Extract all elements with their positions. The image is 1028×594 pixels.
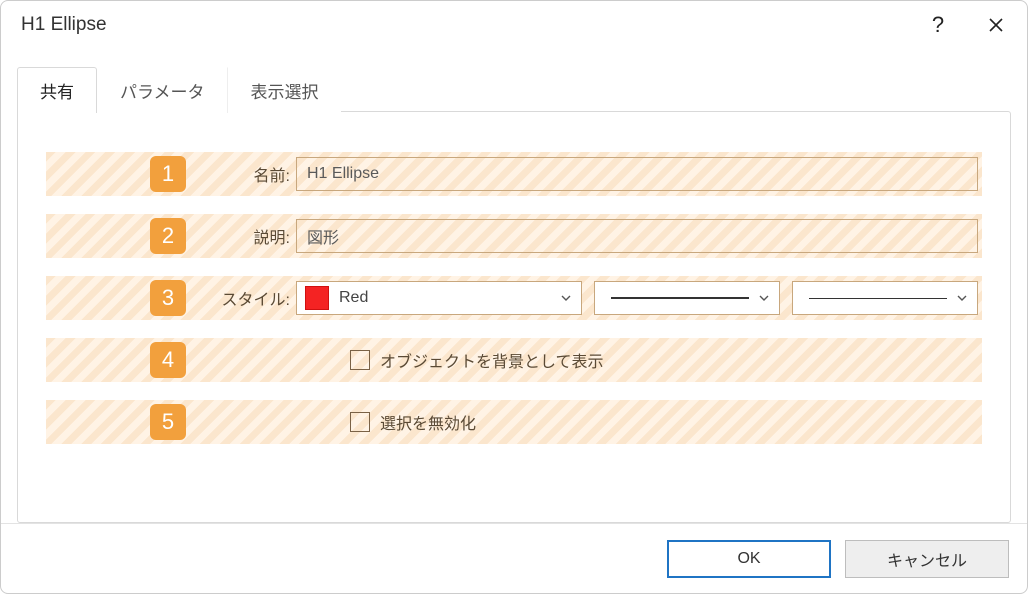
close-button[interactable] (967, 2, 1025, 48)
window-title: H1 Ellipse (21, 14, 909, 36)
style-label: スタイル: (186, 286, 296, 310)
background-checkbox-label: オブジェクトを背景として表示 (380, 348, 604, 372)
tab-strip: 共有 パラメータ 表示選択 (17, 67, 1011, 112)
annotation-badge-5: 5 (150, 404, 186, 440)
description-field-wrap (296, 219, 978, 253)
close-icon (988, 17, 1004, 33)
annotation-badge-4: 4 (150, 342, 186, 378)
ok-button[interactable]: OK (667, 540, 831, 578)
color-select-value: Red (339, 289, 559, 307)
line-style-select[interactable] (594, 281, 780, 315)
color-swatch-icon (305, 286, 329, 310)
chevron-down-icon (757, 292, 771, 304)
cancel-button[interactable]: キャンセル (845, 540, 1009, 578)
dialog-window: H1 Ellipse ? 共有 パラメータ 表示選択 1 名前: 2 説明: (0, 0, 1028, 594)
name-input[interactable] (307, 158, 967, 190)
background-checkbox[interactable] (350, 350, 370, 370)
line-width-sample-icon (809, 298, 947, 299)
disable-selection-checkbox-wrap[interactable]: 選択を無効化 (350, 410, 476, 434)
description-input[interactable] (307, 220, 967, 252)
line-width-select[interactable] (792, 281, 978, 315)
titlebar: H1 Ellipse ? (1, 1, 1027, 49)
tab-display[interactable]: 表示選択 (228, 67, 341, 113)
disable-selection-checkbox-label: 選択を無効化 (380, 410, 476, 434)
description-label: 説明: (186, 224, 296, 248)
name-field-wrap (296, 157, 978, 191)
tab-panel-common: 1 名前: 2 説明: 3 スタイル: Red (17, 111, 1011, 523)
color-select[interactable]: Red (296, 281, 582, 315)
chevron-down-icon (955, 292, 969, 304)
dialog-footer: OK キャンセル (1, 523, 1027, 593)
name-label: 名前: (186, 162, 296, 186)
dialog-body: 共有 パラメータ 表示選択 1 名前: 2 説明: 3 スタイル: (1, 49, 1027, 523)
annotation-badge-1: 1 (150, 156, 186, 192)
disable-selection-checkbox[interactable] (350, 412, 370, 432)
style-selects: Red (296, 281, 978, 315)
row-name: 1 名前: (46, 152, 982, 196)
row-style: 3 スタイル: Red (46, 276, 982, 320)
row-disable-selection: 5 選択を無効化 (46, 400, 982, 444)
row-draw-as-background: 4 オブジェクトを背景として表示 (46, 338, 982, 382)
line-style-sample-icon (611, 297, 749, 299)
background-checkbox-wrap[interactable]: オブジェクトを背景として表示 (350, 348, 604, 372)
tab-common[interactable]: 共有 (17, 67, 97, 113)
annotation-badge-3: 3 (150, 280, 186, 316)
tab-parameters[interactable]: パラメータ (97, 67, 228, 113)
chevron-down-icon (559, 292, 573, 304)
help-button[interactable]: ? (909, 2, 967, 48)
row-description: 2 説明: (46, 214, 982, 258)
annotation-badge-2: 2 (150, 218, 186, 254)
